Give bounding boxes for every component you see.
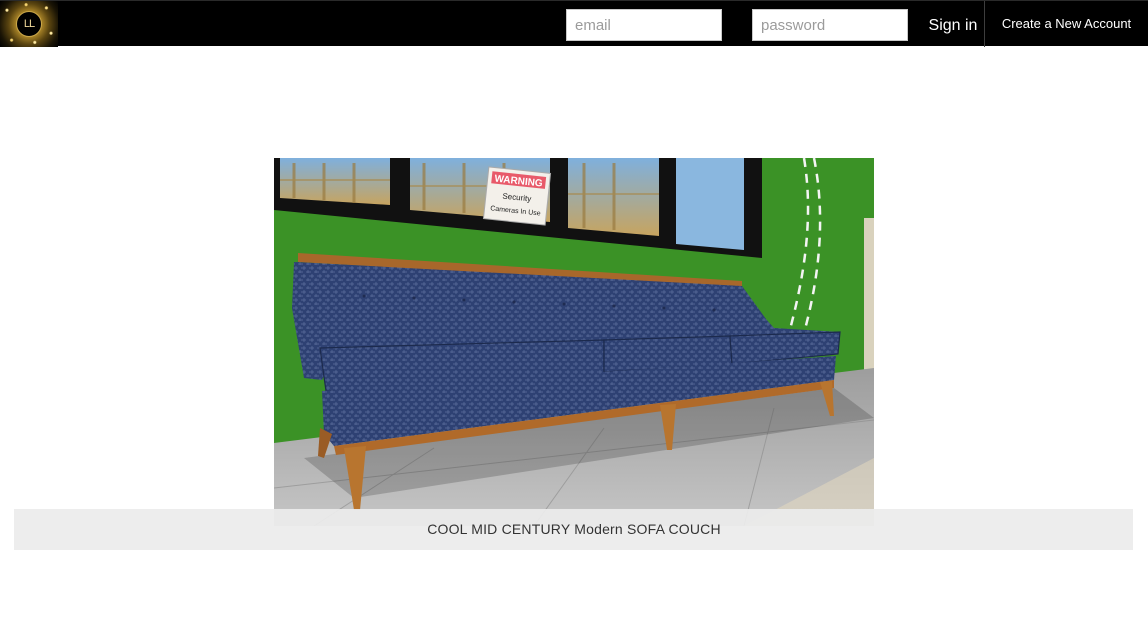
create-account-button[interactable]: Create a New Account [985, 1, 1148, 47]
sign-in-button[interactable]: Sign in [922, 1, 984, 47]
password-field[interactable] [752, 9, 908, 41]
sofa-photo-illustration: WARNING Security Cameras In Use [274, 158, 874, 526]
email-field[interactable] [566, 9, 722, 41]
logo-mark: LL [16, 11, 42, 37]
site-logo[interactable]: LL [0, 1, 58, 47]
caption-bar: COOL MID CENTURY Modern SOFA COUCH [14, 509, 1133, 550]
product-caption: COOL MID CENTURY Modern SOFA COUCH [427, 521, 721, 537]
top-bar: LL Sign in Create a New Account [0, 0, 1148, 47]
product-photo[interactable]: WARNING Security Cameras In Use [274, 158, 874, 526]
